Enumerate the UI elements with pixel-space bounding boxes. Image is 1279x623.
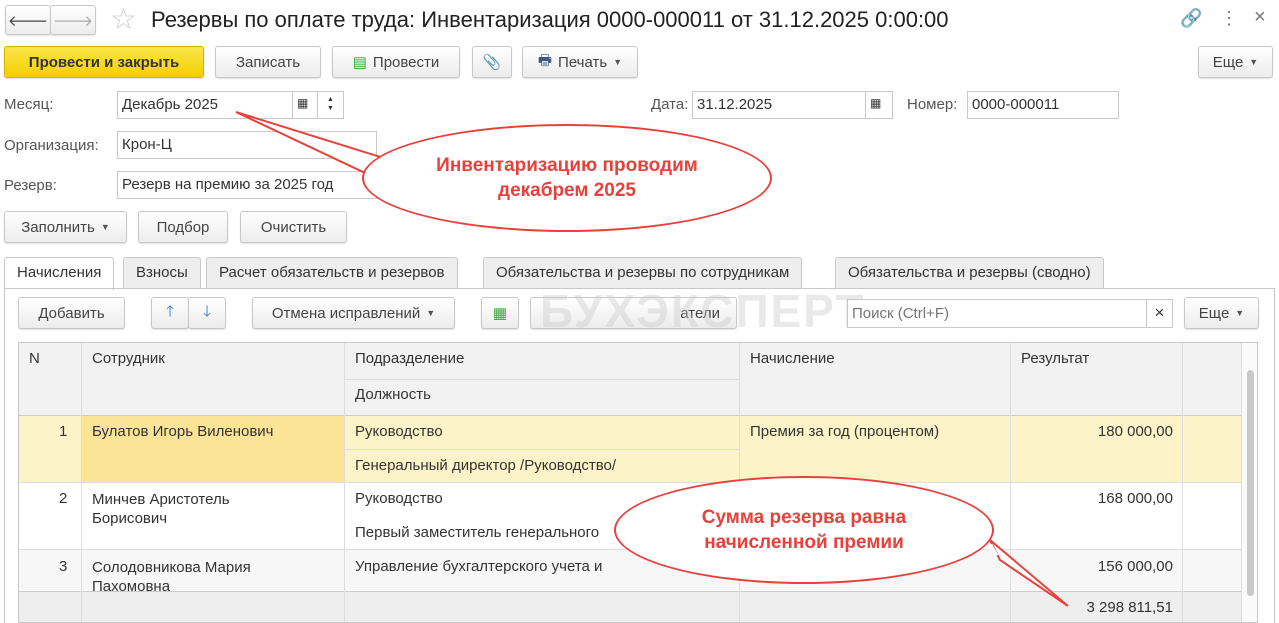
callout-arrow-mask [378,160,999,558]
